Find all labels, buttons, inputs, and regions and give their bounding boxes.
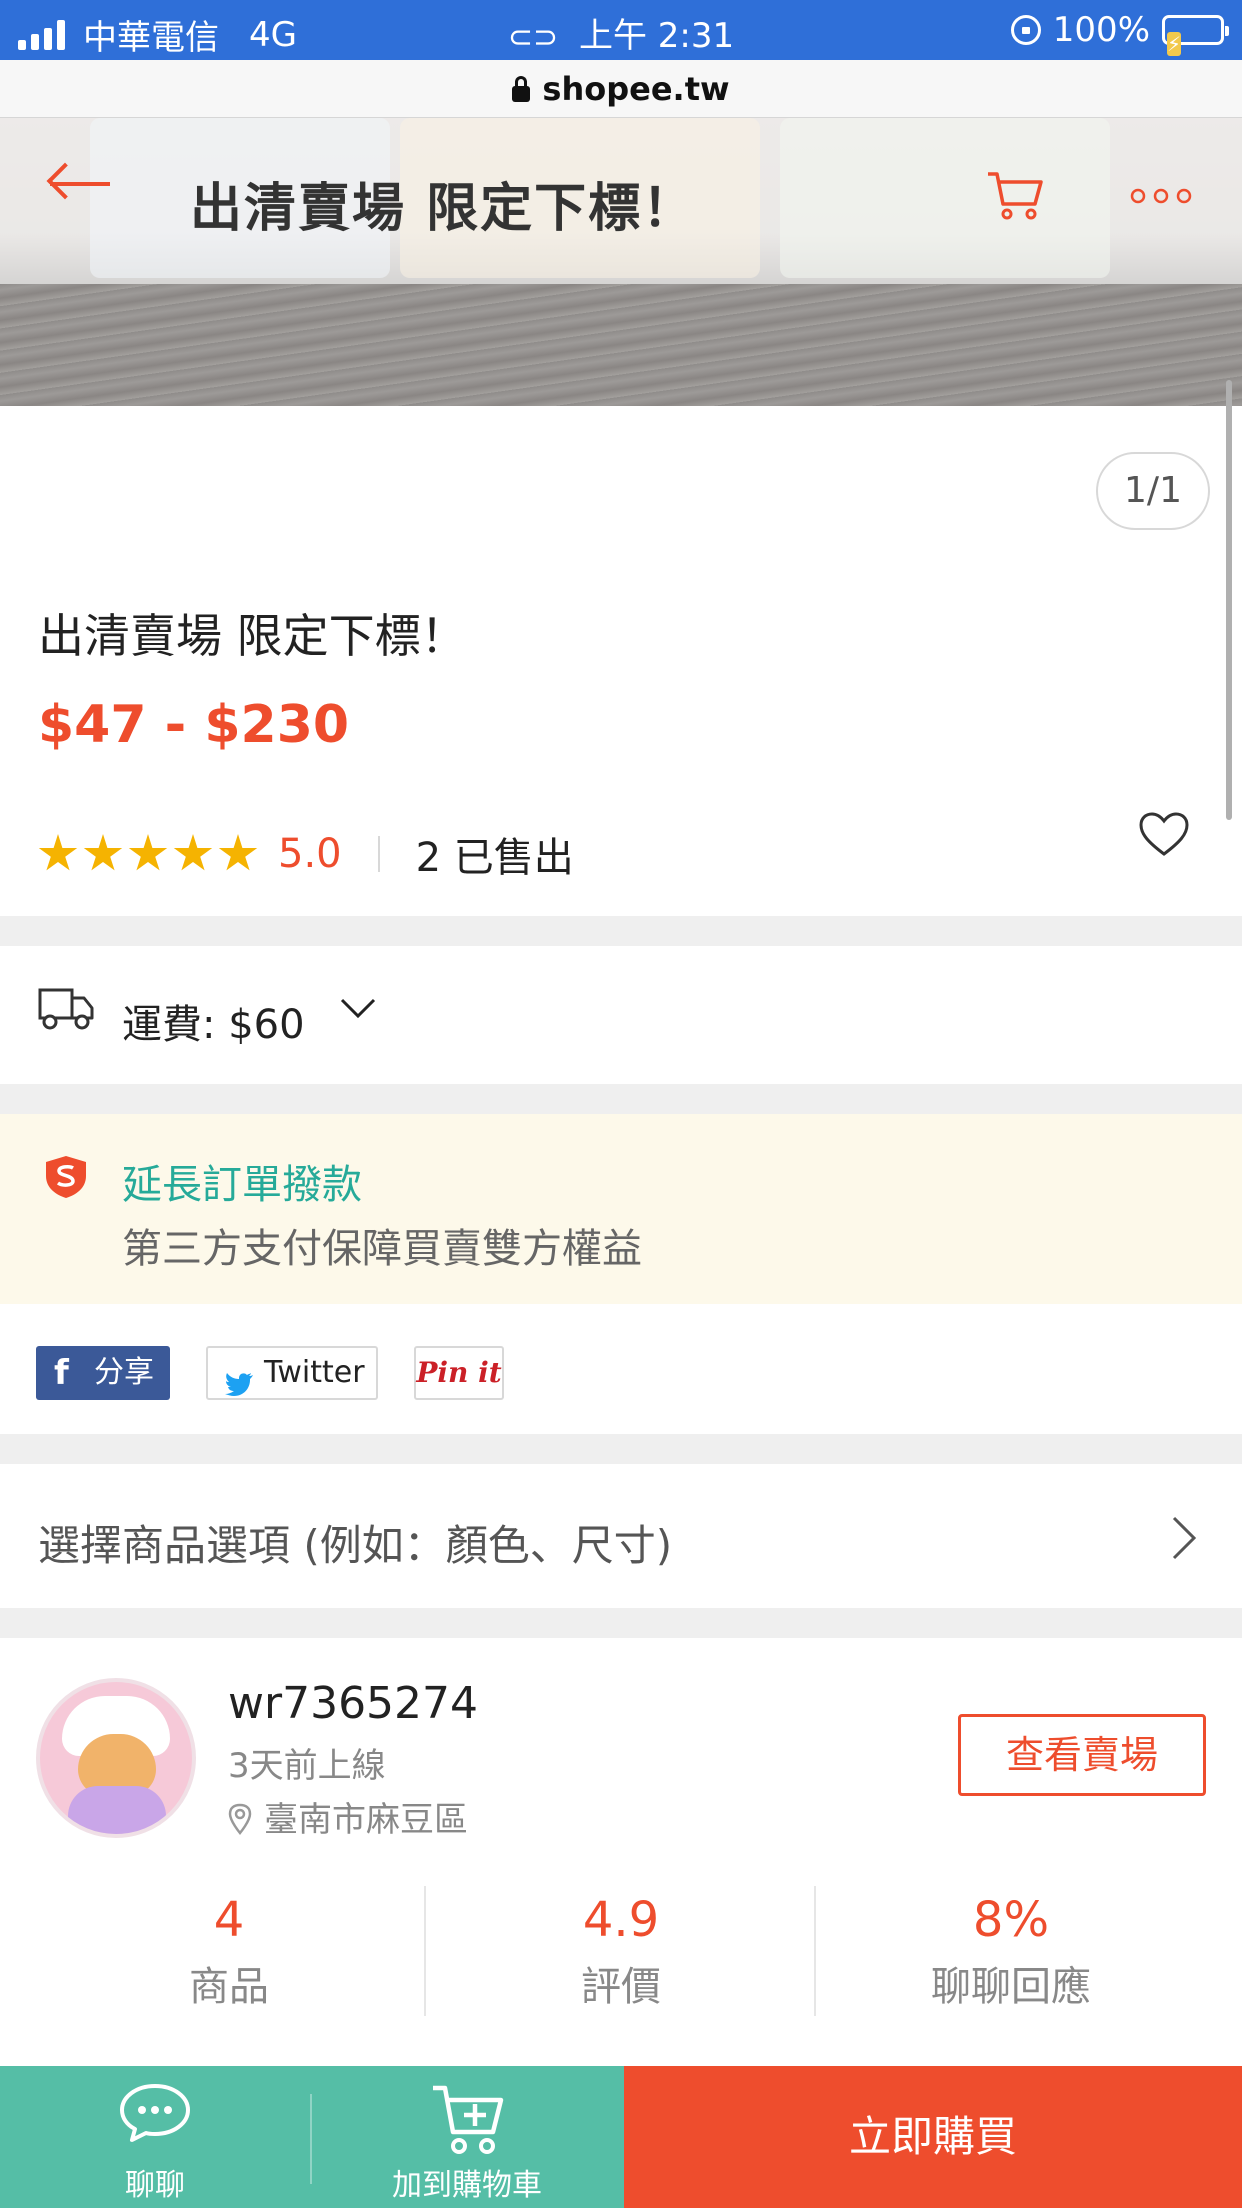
chevron-right-icon (1168, 1516, 1200, 1564)
heart-icon (1139, 812, 1189, 856)
address-bar[interactable]: shopee.tw (0, 60, 1242, 118)
facebook-share-label: 分享 (94, 1355, 154, 1390)
star-icon (173, 834, 213, 871)
pinterest-share-button[interactable]: Pin it (414, 1346, 504, 1400)
stat-value: 4 (213, 1892, 245, 1948)
arrow-left-head (46, 162, 84, 200)
back-button[interactable] (46, 158, 116, 208)
shop-stat-products: 4 商品 (34, 1892, 424, 2012)
url-text: shopee.tw (542, 70, 730, 108)
twitter-bird-icon (224, 1362, 254, 1412)
clock: 上午 2:31 (578, 16, 735, 56)
stat-value: 8% (972, 1892, 1050, 1948)
avatar-body (68, 1786, 166, 1834)
star-icon (218, 834, 258, 871)
chat-bubble-icon (0, 2082, 310, 2144)
location-pin-icon (228, 1803, 252, 1844)
guarantee-title: 延長訂單撥款 (122, 1162, 362, 1208)
stat-value: 4.9 (582, 1892, 660, 1948)
bottom-action-bar: 聊聊 加到購物車 立即購買 (0, 2066, 1242, 2208)
shop-location-text: 臺南市麻豆區 (264, 1800, 468, 1840)
add-to-cart-button[interactable]: 加到購物車 (310, 2066, 624, 2208)
truck-icon (38, 984, 94, 1036)
stat-label: 商品 (189, 1964, 269, 2010)
rotation-lock-icon (1010, 15, 1041, 45)
product-price: $47 - $230 (38, 695, 350, 755)
link-icon: ⊂⊃ (507, 20, 559, 55)
chevron-down-icon[interactable] (340, 990, 376, 1030)
payment-guarantee[interactable]: 延長訂單撥款 第三方支付保障買賣雙方權益 (0, 1114, 1242, 1304)
favorite-button[interactable] (1138, 812, 1190, 862)
select-options-label: 選擇商品選項 (例如：顏色、尺寸) (38, 1521, 673, 1570)
shop-last-online: 3天前上線 (228, 1746, 386, 1786)
shop-avatar[interactable] (36, 1678, 196, 1838)
twitter-share-label: Twitter (264, 1355, 365, 1390)
shop-stat-chat-response: 8% 聊聊回應 (816, 1892, 1206, 2012)
shop-name[interactable]: wr7365274 (228, 1678, 478, 1729)
product-image[interactable]: 出清賣場 限定下標！ (0, 118, 1242, 406)
cart-icon (988, 172, 1043, 220)
star-rating (38, 834, 258, 874)
divider (377, 836, 380, 872)
stat-label: 評價 (581, 1964, 661, 2010)
stat-label: 聊聊回應 (931, 1964, 1091, 2010)
chat-button[interactable]: 聊聊 (0, 2066, 310, 2208)
star-icon (83, 834, 123, 871)
star-icon (38, 834, 78, 871)
more-button[interactable] (1130, 188, 1192, 204)
cart-button[interactable] (986, 170, 1043, 220)
shop-stat-rating: 4.9 評價 (426, 1892, 816, 2012)
shipping-fee: 運費: $60 (122, 1002, 305, 1048)
shipping-row[interactable]: 運費: $60 (0, 946, 1242, 1084)
battery-icon: ⚡ (1162, 15, 1229, 56)
rating-row[interactable]: 5.0 2 已售出 (38, 826, 574, 882)
lock-icon (512, 76, 531, 102)
view-shop-button[interactable]: 查看賣場 (958, 1714, 1206, 1796)
buy-now-button[interactable]: 立即購買 (624, 2066, 1242, 2208)
shop-card: wr7365274 3天前上線 臺南市麻豆區 查看賣場 4 商品 4.9 評價 … (0, 1638, 1242, 2068)
section-gap (0, 1608, 1242, 1638)
facebook-share-button[interactable]: f 分享 (36, 1346, 170, 1400)
share-row: f 分享 Twitter Pin it (0, 1304, 1242, 1434)
image-wood-surface (0, 284, 1242, 406)
section-gap (0, 1434, 1242, 1464)
bottom-divider (310, 2094, 312, 2184)
sold-count: 2 已售出 (415, 835, 574, 881)
status-bar: 中華電信 4G ⊂⊃ 上午 2:31 100% ⚡ (0, 0, 1242, 60)
battery-percent: 100% (1052, 10, 1150, 50)
chat-label: 聊聊 (125, 2168, 185, 2203)
more-dots-icon (1130, 188, 1192, 204)
header-title: 出清賣場 限定下標！ (190, 179, 697, 239)
select-options-row[interactable]: 選擇商品選項 (例如：顏色、尺寸) (0, 1464, 1242, 1608)
product-title: 出清賣場 限定下標！ (38, 609, 467, 663)
star-icon (128, 834, 168, 871)
section-gap (0, 1084, 1242, 1114)
guarantee-subtitle: 第三方支付保障買賣雙方權益 (122, 1226, 642, 1272)
facebook-icon: f (54, 1353, 69, 1393)
rating-value: 5.0 (278, 831, 342, 877)
twitter-share-button[interactable]: Twitter (206, 1346, 378, 1400)
image-counter: 1/1 (1096, 452, 1210, 530)
add-cart-icon (310, 2082, 624, 2158)
scrollbar[interactable] (1226, 380, 1232, 820)
add-to-cart-label: 加到購物車 (392, 2168, 542, 2203)
shield-icon (44, 1154, 88, 1204)
section-gap (0, 916, 1242, 946)
shop-location: 臺南市麻豆區 (228, 1792, 468, 1844)
